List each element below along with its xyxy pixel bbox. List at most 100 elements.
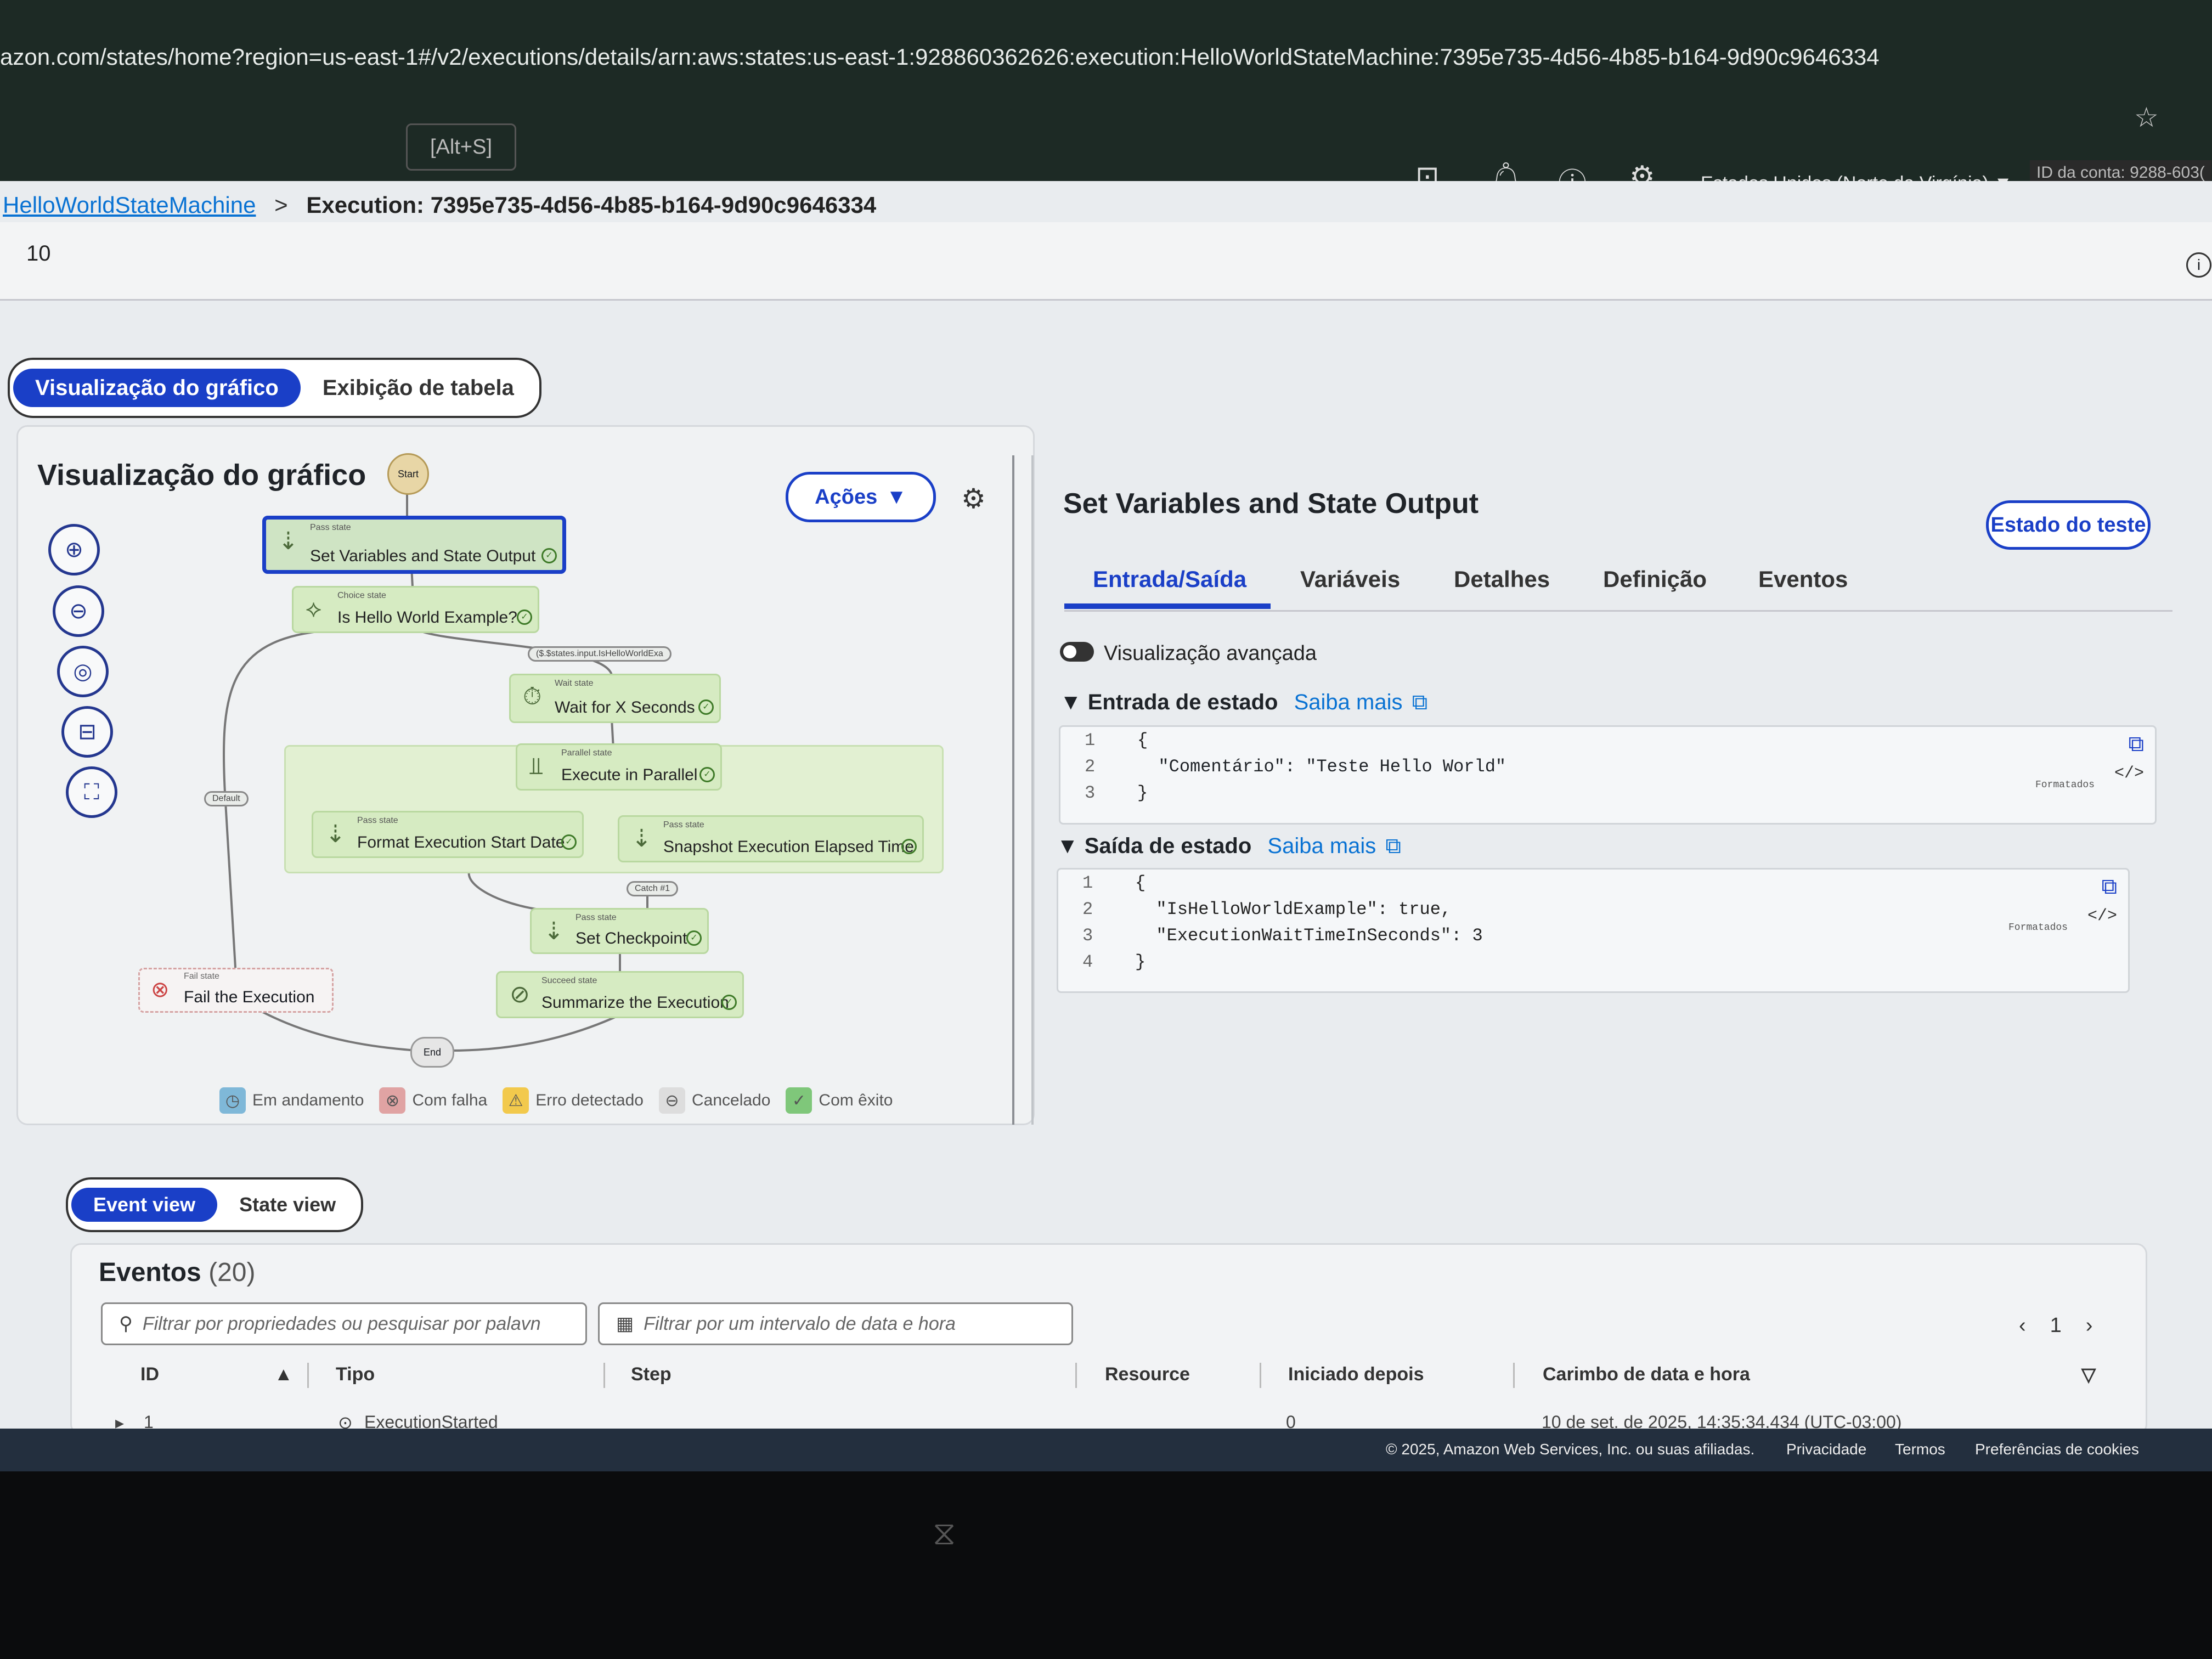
code-line: } <box>1137 783 1148 803</box>
info-icon[interactable]: i <box>2186 252 2211 278</box>
legend-label: Em andamento <box>252 1091 364 1109</box>
legend-caught-error: ⚠ Erro detectado <box>503 1087 644 1114</box>
succeed-icon: ⊘ <box>510 981 530 1008</box>
advanced-view-toggle[interactable] <box>1060 642 1094 662</box>
column-header-timestamp[interactable]: Carimbo de data e hora <box>1543 1364 1750 1385</box>
code-line: { <box>1135 873 1146 893</box>
code-line: "IsHelloWorldExample": true, <box>1135 899 1452 919</box>
tab-details[interactable]: Detalhes <box>1454 566 1550 592</box>
footer-cookies-link[interactable]: Preferências de cookies <box>1975 1441 2139 1458</box>
legend-label: Com êxito <box>819 1091 893 1109</box>
event-state-toggle: Event view State view <box>66 1177 364 1232</box>
monitor-logo-icon: ⧖ <box>933 1515 956 1551</box>
column-separator <box>1075 1363 1077 1388</box>
node-wait[interactable]: ⏱ Wait state Wait for X Seconds ✓ <box>509 674 721 723</box>
node-fail[interactable]: ⊗ Fail state Fail the Execution <box>138 968 334 1013</box>
prev-page-icon[interactable]: ‹ <box>2019 1314 2026 1338</box>
column-settings-icon[interactable]: ▽ <box>2081 1364 2096 1386</box>
footer-privacy-link[interactable]: Privacidade <box>1786 1441 1866 1458</box>
node-choice[interactable]: ⟡ Choice state Is Hello World Example? ✓ <box>292 586 539 633</box>
column-header-step[interactable]: Step <box>631 1364 672 1385</box>
node-kind: Parallel state <box>561 748 612 758</box>
success-check-icon: ✓ <box>901 839 917 854</box>
column-header-started-after[interactable]: Iniciado depois <box>1288 1364 1424 1385</box>
code-format-icon[interactable]: </> <box>2087 907 2117 926</box>
tab-definition[interactable]: Definição <box>1603 566 1707 592</box>
legend-label: Erro detectado <box>535 1091 644 1109</box>
node-label: Set Variables and State Output <box>310 547 536 565</box>
column-separator <box>1260 1363 1261 1388</box>
tab-events[interactable]: Eventos <box>1758 566 1848 592</box>
node-format-date[interactable]: ⇣ Pass state Format Execution Start Date… <box>312 811 584 858</box>
check-icon: ✓ <box>786 1087 812 1114</box>
events-title-text: Eventos <box>99 1258 201 1287</box>
active-tab-indicator <box>1064 603 1271 609</box>
node-kind: Succeed state <box>541 976 597 985</box>
legend-label: Com falha <box>412 1091 488 1109</box>
line-number: 4 <box>1082 952 1093 972</box>
node-parallel[interactable]: ⫫ Parallel state Execute in Parallel ✓ <box>516 743 722 791</box>
node-kind: Pass state <box>310 523 351 532</box>
end-node: End <box>410 1037 454 1068</box>
input-section-header[interactable]: ▼ Entrada de estado Saiba mais ⧉ <box>1060 690 1427 715</box>
node-label: Is Hello World Example? <box>337 608 517 627</box>
next-page-icon[interactable]: › <box>2086 1314 2093 1338</box>
success-check-icon: ✓ <box>698 699 714 715</box>
pass-state-icon: ⇣ <box>544 918 564 945</box>
node-set-variables[interactable]: ⇣ Pass state Set Variables and State Out… <box>262 516 566 574</box>
input-code-block[interactable]: 1 2 3 { "Comentário": "Teste Hello World… <box>1059 725 2157 825</box>
learn-more-link[interactable]: Saiba mais <box>1294 690 1403 714</box>
legend-canceled: ⊖ Cancelado <box>658 1087 771 1114</box>
event-view-button[interactable]: Event view <box>71 1188 218 1222</box>
line-number: 2 <box>1082 899 1093 919</box>
node-summarize[interactable]: ⊘ Succeed state Summarize the Execution … <box>496 971 744 1018</box>
state-view-button[interactable]: State view <box>217 1188 358 1222</box>
choice-rule-label: ($.$states.input.IsHelloWorldExa <box>528 646 672 662</box>
tab-input-output[interactable]: Entrada/Saída <box>1093 566 1246 592</box>
copy-icon[interactable]: ⧉ <box>2101 875 2117 901</box>
column-header-type[interactable]: Tipo <box>336 1364 375 1385</box>
success-check-icon: ✓ <box>541 548 557 563</box>
footer-copyright: © 2025, Amazon Web Services, Inc. ou sua… <box>1386 1441 1755 1458</box>
panel-divider[interactable] <box>1012 455 1014 1125</box>
column-header-resource[interactable]: Resource <box>1105 1364 1190 1385</box>
success-check-icon: ✓ <box>517 610 532 625</box>
success-check-icon: ✓ <box>721 995 737 1010</box>
legend-label: Cancelado <box>691 1091 771 1109</box>
output-section-header[interactable]: ▼ Saída de estado Saiba mais ⧉ <box>1057 834 1401 859</box>
sort-ascending-icon[interactable]: ▲ <box>274 1364 293 1385</box>
events-search-input[interactable]: ⚲ Filtrar por propriedades ou pesquisar … <box>101 1302 587 1345</box>
line-number: 2 <box>1085 757 1096 777</box>
fail-icon: ⊗ <box>151 978 170 1002</box>
node-checkpoint[interactable]: ⇣ Pass state Set Checkpoint ✓ <box>530 908 709 954</box>
bookmark-star-icon[interactable]: ☆ <box>2134 101 2159 133</box>
learn-more-link[interactable]: Saiba mais <box>1267 834 1376 858</box>
date-placeholder: Filtrar por um intervalo de data e hora <box>644 1313 956 1334</box>
copy-icon[interactable]: ⧉ <box>2128 732 2144 758</box>
calendar-icon: ▦ <box>616 1313 634 1334</box>
line-number: 1 <box>1085 730 1096 751</box>
column-header-id[interactable]: ID <box>140 1364 159 1385</box>
external-link-icon: ⧉ <box>1385 834 1401 858</box>
node-label: Execute in Parallel <box>561 766 698 784</box>
code-line: "Comentário": "Teste Hello World" <box>1137 757 1506 777</box>
catch-label: Catch #1 <box>627 881 679 896</box>
date-range-filter[interactable]: ▦ Filtrar por um intervalo de data e hor… <box>598 1302 1073 1345</box>
node-kind: Wait state <box>555 679 594 688</box>
tab-variables[interactable]: Variáveis <box>1300 566 1400 592</box>
success-check-icon: ✓ <box>699 767 715 782</box>
page-number[interactable]: 1 <box>2050 1314 2062 1338</box>
footer-terms-link[interactable]: Termos <box>1895 1441 1945 1458</box>
node-snapshot[interactable]: ⇣ Pass state Snapshot Execution Elapsed … <box>618 815 924 862</box>
monitor-bezel <box>0 1471 2212 1659</box>
line-number: 3 <box>1085 783 1096 803</box>
test-state-button[interactable]: Estado do teste <box>1986 500 2151 550</box>
clock-icon: ◷ <box>219 1087 246 1114</box>
code-format-icon[interactable]: </> <box>2114 764 2144 783</box>
collapse-caret-icon: ▼ <box>1057 834 1079 858</box>
output-code-block[interactable]: 1 2 3 4 { "IsHelloWorldExample": true, "… <box>1057 868 2130 993</box>
default-branch-label: Default <box>204 791 249 806</box>
node-kind: Pass state <box>575 913 617 922</box>
timer-icon: ⏱ <box>523 683 542 710</box>
node-label: Snapshot Execution Elapsed Time <box>663 838 914 856</box>
